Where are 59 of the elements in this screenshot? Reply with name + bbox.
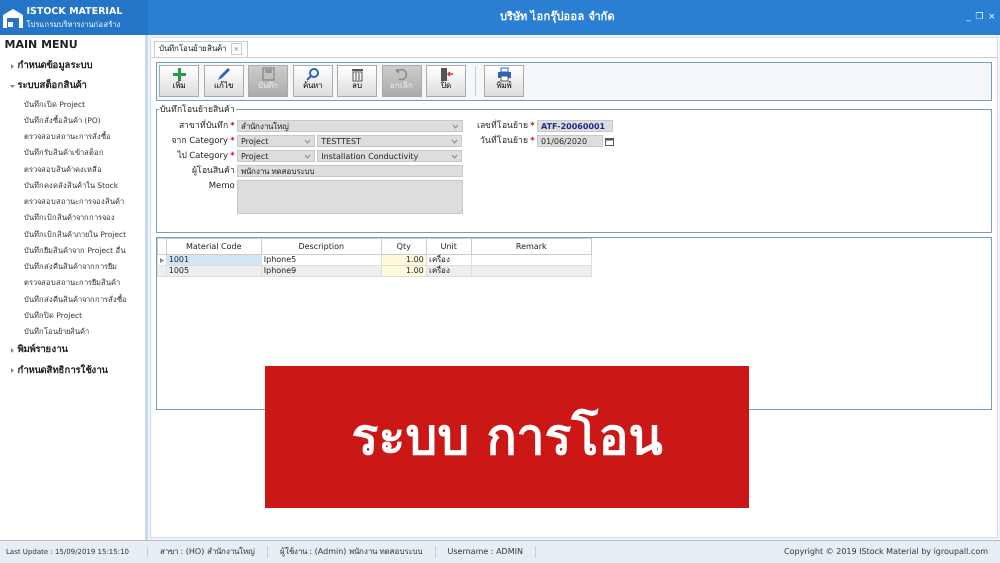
- sender-field[interactable]: พนักงาน ทดสอบระบบ: [237, 165, 463, 178]
- search-button[interactable]: ค้นหา: [292, 65, 332, 98]
- status-text: Username : ADMIN: [436, 546, 536, 558]
- category-dropdown[interactable]: Project: [237, 150, 315, 162]
- status-text: ผู้ใช้งาน : (Admin) พนักงาน ทดสอบระบบ: [268, 546, 436, 558]
- table-cell: Iphone9: [261, 266, 382, 277]
- required-mark: *: [230, 134, 235, 148]
- required-mark: *: [530, 134, 535, 148]
- document-number-field[interactable]: ATF-20060001: [537, 120, 613, 132]
- date-field[interactable]: 01/06/2020: [537, 135, 603, 148]
- field-label: จาก Category: [172, 134, 228, 148]
- menu-group[interactable]: กำหนดสิทธิการใช้งาน: [17, 364, 108, 378]
- column-header: Material Code: [166, 238, 262, 255]
- subcategory-dropdown[interactable]: Installation Conductivity: [317, 150, 462, 162]
- field-label: สาขาที่บันทึก: [179, 120, 228, 132]
- menu-group[interactable]: พิมพ์รายงาน: [17, 343, 68, 358]
- column-header: Description: [261, 238, 382, 255]
- minimize-button[interactable]: _: [966, 10, 971, 24]
- required-mark: *: [230, 120, 235, 132]
- app-title: ISTOCK MATERIAL: [26, 4, 122, 19]
- close-button[interactable]: ×: [988, 10, 996, 24]
- table-cell: 1001: [166, 254, 262, 266]
- calendar-icon: [605, 136, 614, 146]
- branch-dropdown[interactable]: สำนักงานใหญ่: [237, 120, 463, 132]
- undo-icon: [394, 67, 409, 82]
- status-text: Copyright © 2019 IStock Material by igroupall.com: [783, 546, 989, 558]
- column-header: Remark: [471, 238, 592, 255]
- menu-group[interactable]: กำหนดข้อมูลระบบ: [17, 59, 92, 74]
- menu-title: MAIN MENU: [4, 37, 79, 54]
- field-label: Memo: [208, 180, 235, 192]
- maximize-button[interactable]: ❐: [975, 10, 984, 24]
- printer-icon: [496, 67, 512, 82]
- print-button[interactable]: พิมพ์: [484, 65, 524, 98]
- company-name: บริษัท ไอกรุ๊ปออล จำกัด: [498, 9, 616, 26]
- pencil-icon: [216, 67, 231, 82]
- required-mark: *: [230, 150, 235, 162]
- field-label: วันที่โอนย้าย: [480, 134, 528, 148]
- trash-icon: [350, 67, 364, 82]
- row-pointer-icon: [160, 258, 164, 263]
- title-banner: ระบบ การโอน: [265, 366, 749, 508]
- table-cell: 1005: [166, 266, 262, 277]
- subcategory-dropdown[interactable]: TESTTEST: [317, 135, 462, 148]
- search-icon: [305, 67, 320, 82]
- memo-field[interactable]: [237, 180, 463, 214]
- column-header: Qty: [381, 238, 426, 255]
- table-cell: เครื่อง: [426, 266, 472, 277]
- field-label: ผู้โอนสินค้า: [192, 164, 235, 178]
- field-label: เลขที่โอนย้าย: [477, 120, 528, 132]
- status-text: สาขา : (HO) สำนักงานใหญ่: [148, 546, 268, 558]
- delete-button[interactable]: ลบ: [337, 65, 377, 98]
- exit-icon: [438, 67, 454, 82]
- category-dropdown[interactable]: Project: [237, 135, 315, 148]
- exit-button[interactable]: ปิด: [426, 65, 466, 98]
- edit-button[interactable]: แก้ไข: [204, 65, 244, 98]
- field-label: ไป Category: [178, 150, 228, 162]
- required-mark: *: [530, 120, 535, 132]
- add-button[interactable]: เพิ่ม: [159, 65, 199, 98]
- menu-group[interactable]: ระบบสต็อกสินค้า: [17, 79, 86, 94]
- column-header: Unit: [426, 238, 472, 255]
